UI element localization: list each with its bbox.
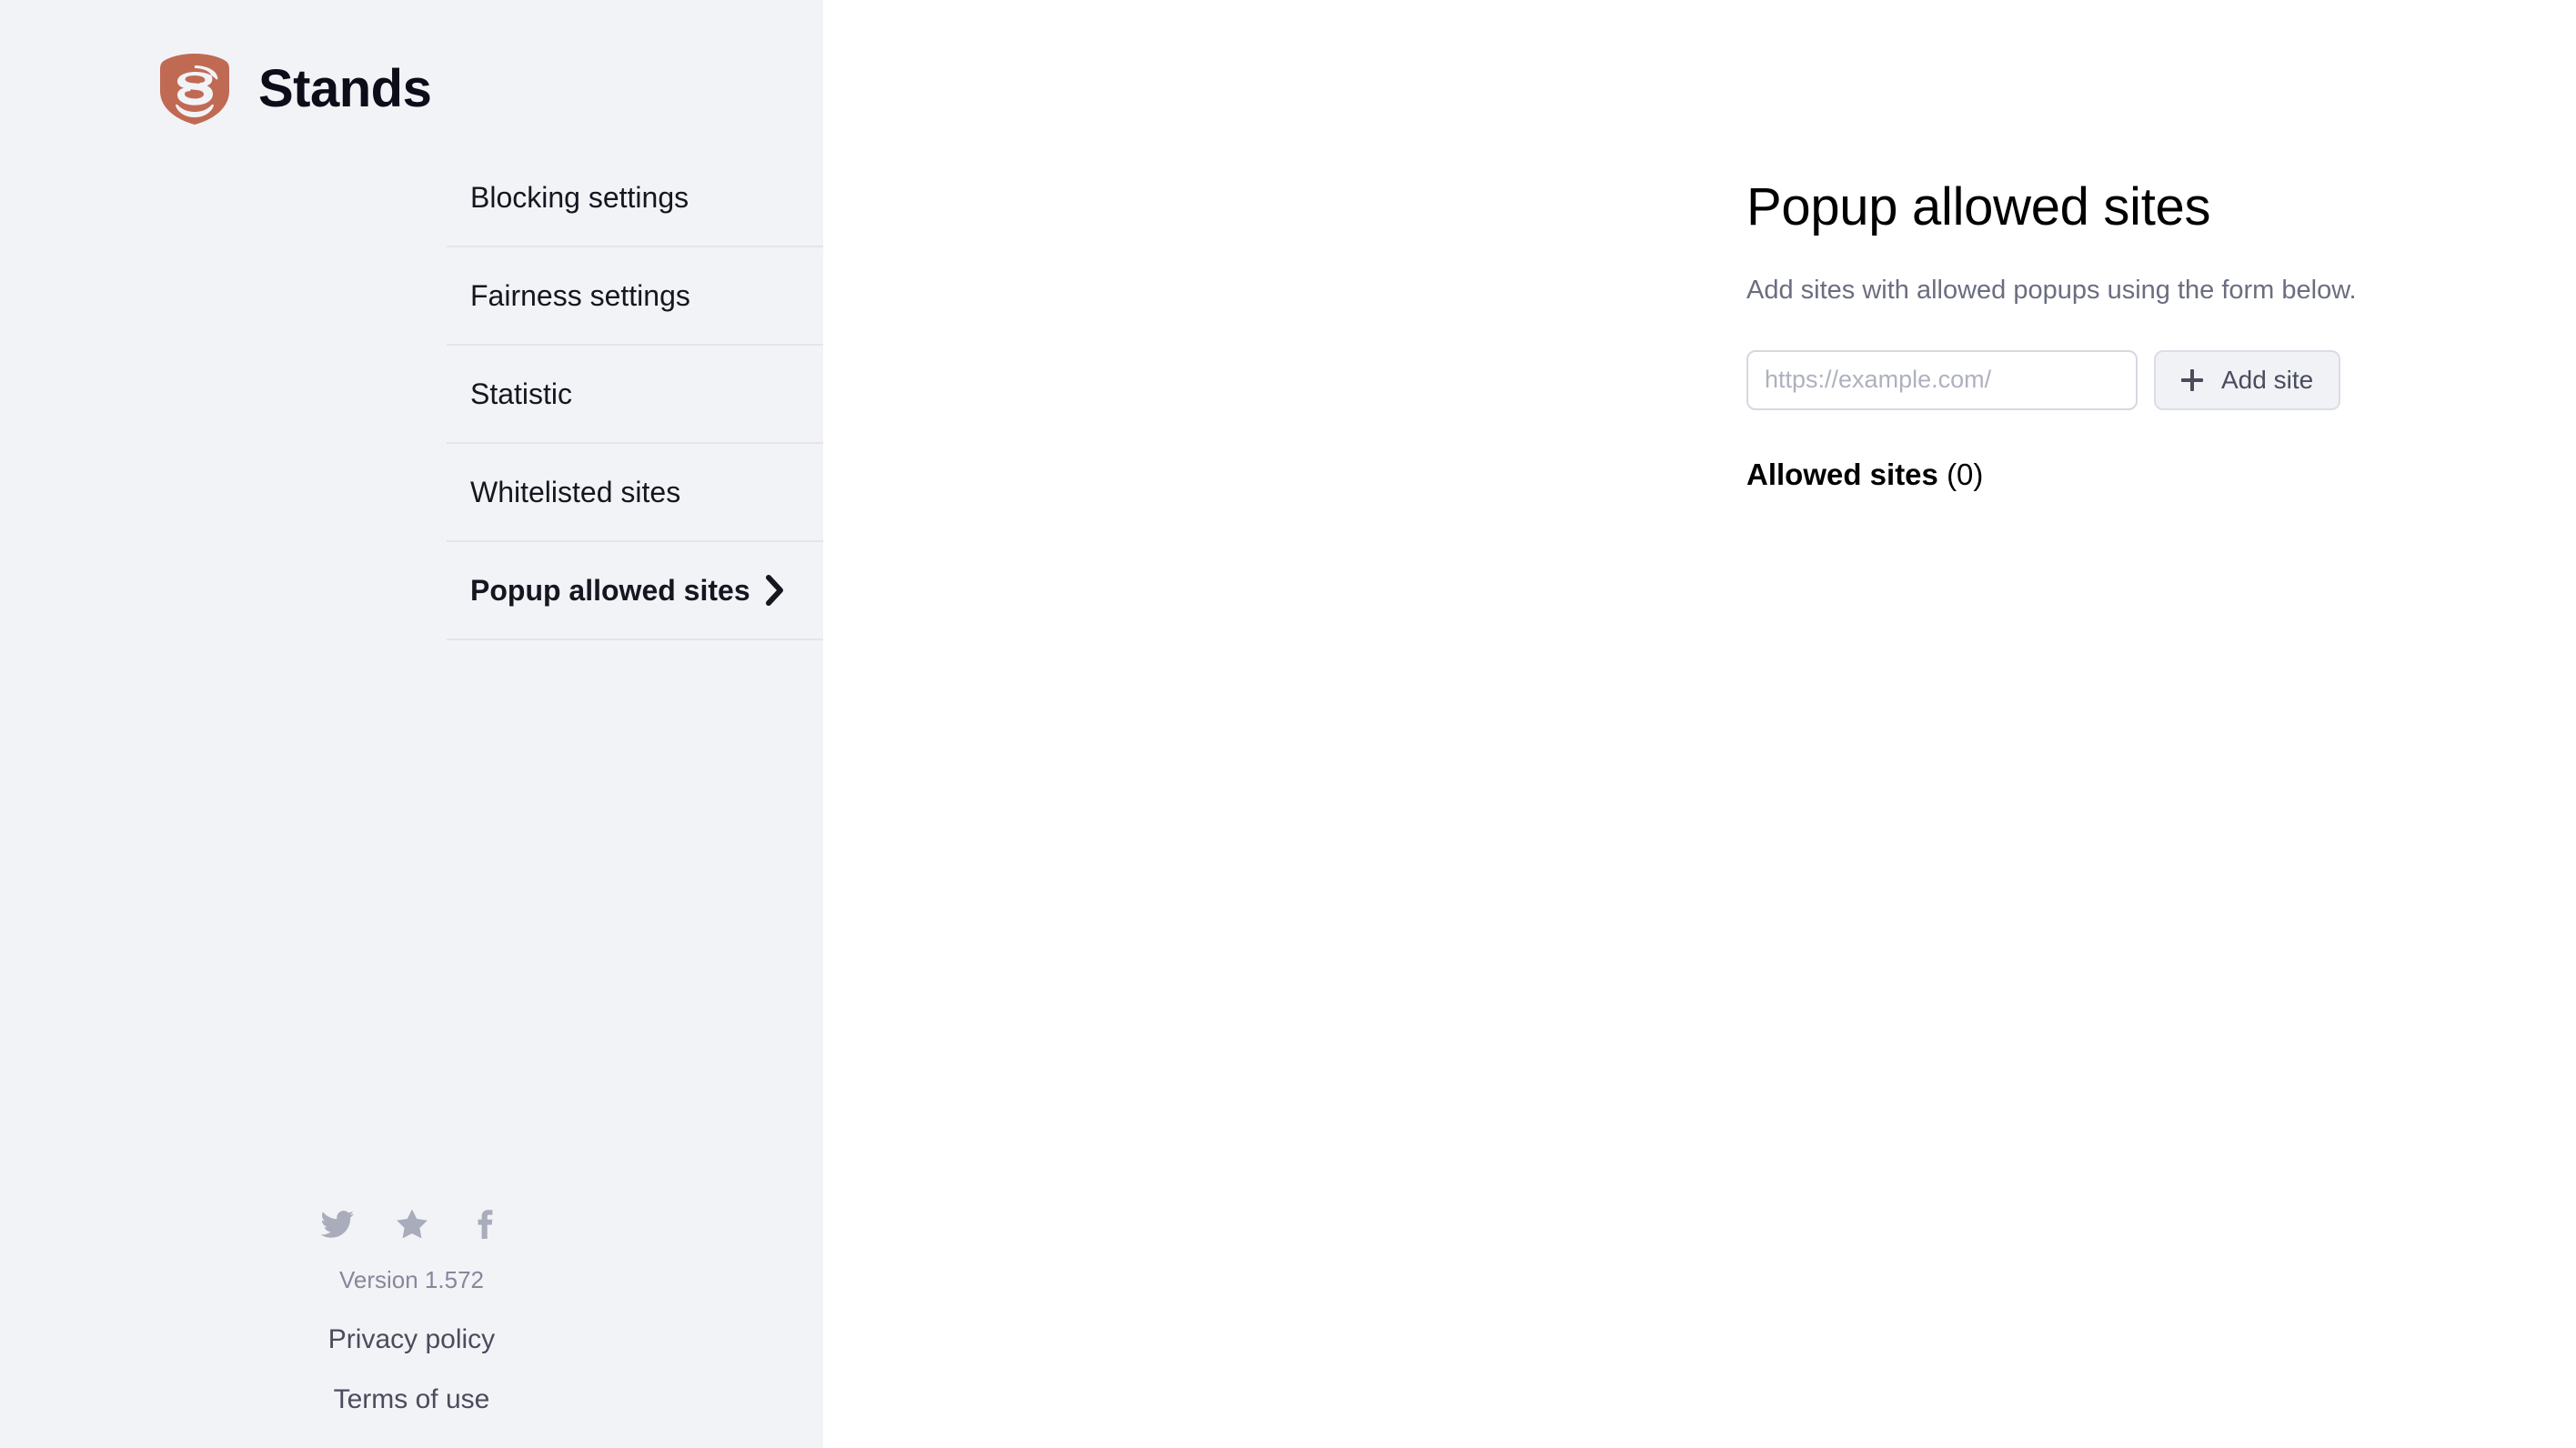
social-links xyxy=(319,1206,505,1242)
sidebar-item-blocking-settings[interactable]: Blocking settings xyxy=(447,149,823,247)
sidebar-item-popup-allowed-sites[interactable]: Popup allowed sites xyxy=(447,542,823,640)
shield-s-logo-icon xyxy=(156,51,233,127)
sidebar-item-fairness-settings[interactable]: Fairness settings xyxy=(447,247,823,346)
facebook-icon[interactable] xyxy=(468,1206,505,1242)
chevron-right-icon xyxy=(765,575,785,606)
add-site-button[interactable]: Add site xyxy=(2154,349,2341,410)
sidebar: Stands Blocking settings Fairness settin… xyxy=(0,0,823,1448)
sidebar-nav: Blocking settings Fairness settings Stat… xyxy=(0,149,823,640)
version-text: Version 1.572 xyxy=(338,1266,484,1293)
brand: Stands xyxy=(0,0,823,146)
page-title: Popup allowed sites xyxy=(1746,177,2211,236)
star-icon[interactable] xyxy=(394,1206,430,1242)
allowed-sites-heading: Allowed sites (0) xyxy=(1746,459,2576,489)
sidebar-item-statistic[interactable]: Statistic xyxy=(447,346,823,444)
sidebar-item-label: Whitelisted sites xyxy=(470,476,681,508)
terms-of-use-link[interactable]: Terms of use xyxy=(334,1386,490,1413)
add-site-button-label: Add site xyxy=(2221,365,2314,394)
app-root: Stands Blocking settings Fairness settin… xyxy=(0,0,2576,1448)
page-subtitle: Add sites with allowed popups using the … xyxy=(1746,275,2357,305)
plus-icon xyxy=(2181,368,2203,391)
sidebar-item-whitelisted-sites[interactable]: Whitelisted sites xyxy=(447,444,823,542)
sidebar-item-label: Fairness settings xyxy=(470,279,690,312)
twitter-icon[interactable] xyxy=(319,1206,356,1242)
site-url-input[interactable] xyxy=(1746,349,2138,410)
add-site-form: Add site xyxy=(1746,349,2576,410)
privacy-policy-link[interactable]: Privacy policy xyxy=(328,1326,495,1353)
sidebar-item-label: Popup allowed sites xyxy=(470,574,750,607)
brand-name: Stands xyxy=(258,58,432,118)
allowed-sites-label: Allowed sites xyxy=(1746,457,1938,491)
main-content: Popup allowed sites Add sites with allow… xyxy=(823,0,2576,1448)
sidebar-item-label: Blocking settings xyxy=(470,181,689,214)
sidebar-footer: Version 1.572 Privacy policy Terms of us… xyxy=(0,1206,823,1448)
allowed-sites-count: (0) xyxy=(1947,457,1984,491)
sidebar-item-label: Statistic xyxy=(470,377,573,410)
